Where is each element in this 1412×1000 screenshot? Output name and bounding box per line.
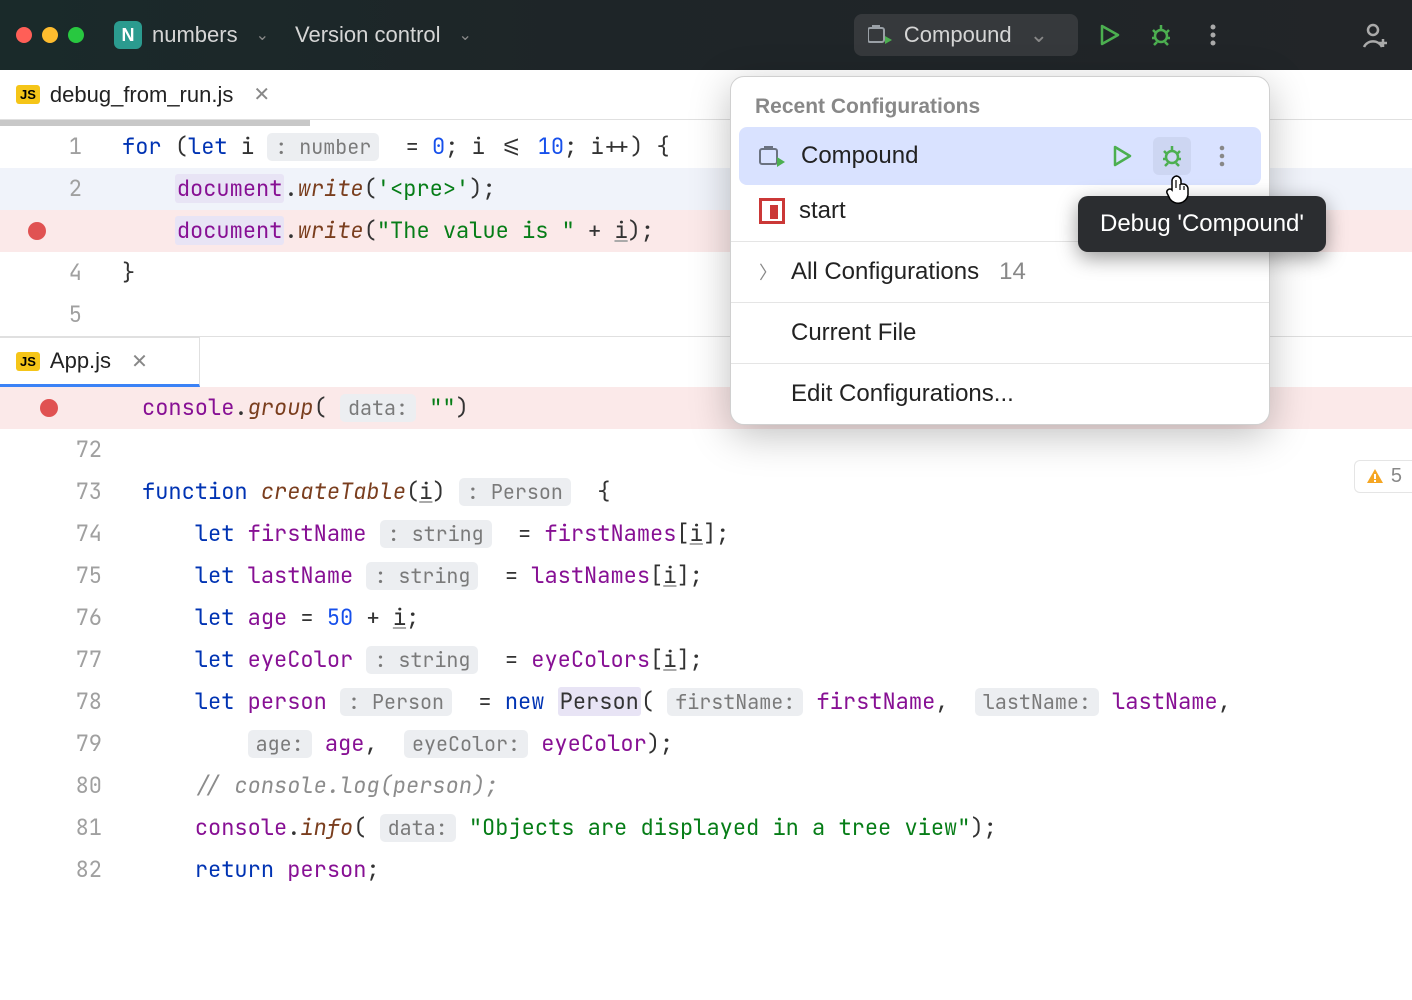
code-line: let firstName : string = firstNames[i]; [130,513,729,555]
popup-item-label: Edit Configurations... [791,380,1014,408]
code-line: function createTable(i) : Person { [130,471,610,513]
gutter-line: 76 [0,597,130,639]
breakpoint-icon[interactable] [40,399,58,417]
gutter-line[interactable] [0,387,130,429]
gutter-line: 74 [0,513,130,555]
code-line: let person : Person = new Person( firstN… [130,681,1231,723]
code-line [110,294,122,336]
code-line: let age = 50 + i; [130,597,419,639]
code-line: console.info( data: "Objects are display… [130,807,997,849]
js-file-icon: JS [16,352,40,371]
warning-icon [1365,467,1385,487]
run-config-selector[interactable]: Compound ⌄ [854,14,1078,56]
compound-icon [868,23,894,47]
collaborate-icon[interactable] [1354,14,1396,56]
debug-button[interactable] [1140,14,1182,56]
run-config-label: Compound [904,22,1012,48]
gutter-line: 1 [0,126,110,168]
gutter-line: 5 [0,294,110,336]
gutter-line: 73 [0,471,130,513]
gutter-line: 80 [0,765,130,807]
gutter-line: 79 [0,723,130,765]
compound-icon [759,143,787,169]
tooltip: Debug 'Compound' [1078,196,1326,252]
npm-icon [759,198,785,224]
config-count: 14 [999,258,1026,286]
popup-item-label: Current File [791,319,916,347]
gutter-line: 78 [0,681,130,723]
code-line: age: age, eyeColor: eyeColor); [130,723,673,765]
run-button[interactable] [1088,14,1130,56]
separator [731,302,1269,303]
popup-item-actions [1103,137,1241,175]
inspection-count: 5 [1391,465,1402,488]
code-line: document.write("The value is " + i); [110,210,654,252]
editor-2[interactable]: console.group( data: "") 72 73 function … [0,387,1412,891]
popup-item-label: Compound [801,142,918,170]
code-line: for (let i : number = 0; i <= 10; i++) { [110,126,670,168]
inspection-badge[interactable]: 5 [1354,460,1412,493]
minimize-window[interactable] [42,27,58,43]
window-controls [16,27,84,43]
popup-item-current-file[interactable]: Current File [739,309,1261,357]
code-line: let eyeColor : string = eyeColors[i]; [130,639,703,681]
close-tab-icon[interactable]: ✕ [131,349,148,374]
vcs-menu[interactable]: Version control [295,22,441,48]
popup-more-button[interactable] [1203,137,1241,175]
popup-item-edit-configs[interactable]: Edit Configurations... [739,370,1261,418]
maximize-window[interactable] [68,27,84,43]
code-line: // console.log(person); [130,765,498,807]
popup-run-button[interactable] [1103,137,1141,175]
popup-item-compound[interactable]: Compound [739,127,1261,185]
gutter-line: 75 [0,555,130,597]
gutter-line: 4 [0,252,110,294]
popup-item-all-configs[interactable]: 〉 All Configurations 14 [739,248,1261,296]
tab-app-js[interactable]: App.js [50,348,111,374]
chevron-down-icon[interactable]: ⌄ [256,25,269,45]
js-file-icon: JS [16,85,40,104]
gutter-line: 2 [0,168,110,210]
chevron-down-icon[interactable]: ⌄ [459,25,472,45]
gutter-line: 81 [0,807,130,849]
close-window[interactable] [16,27,32,43]
code-line: let lastName : string = lastNames[i]; [130,555,703,597]
tab-debug-from-run[interactable]: debug_from_run.js [50,82,233,108]
popup-item-label: start [799,197,846,225]
chevron-down-icon: ⌄ [1030,22,1048,48]
gutter-line: 82 [0,849,130,891]
code-line: document.write('<pre>'); [110,168,496,210]
project-icon[interactable]: N [114,21,142,49]
popup-header: Recent Configurations [731,85,1269,125]
code-line: return person; [130,849,380,891]
popup-item-label: All Configurations [791,258,979,286]
more-menu[interactable] [1192,14,1234,56]
project-name[interactable]: numbers [152,22,238,48]
gutter-line: 77 [0,639,130,681]
gutter-line[interactable] [0,210,110,252]
separator [731,363,1269,364]
code-line: } [110,252,135,294]
gutter-line: 72 [0,429,130,471]
code-line: console.group( data: "") [130,387,469,429]
popup-debug-button[interactable] [1153,137,1191,175]
breakpoint-icon[interactable] [28,222,46,240]
editor-tab-bar-2: JS App.js ✕ [0,337,200,387]
titlebar: N numbers ⌄ Version control ⌄ Compound ⌄ [0,0,1412,70]
close-tab-icon[interactable]: ✕ [253,82,270,107]
chevron-right-icon: 〉 [759,259,777,285]
